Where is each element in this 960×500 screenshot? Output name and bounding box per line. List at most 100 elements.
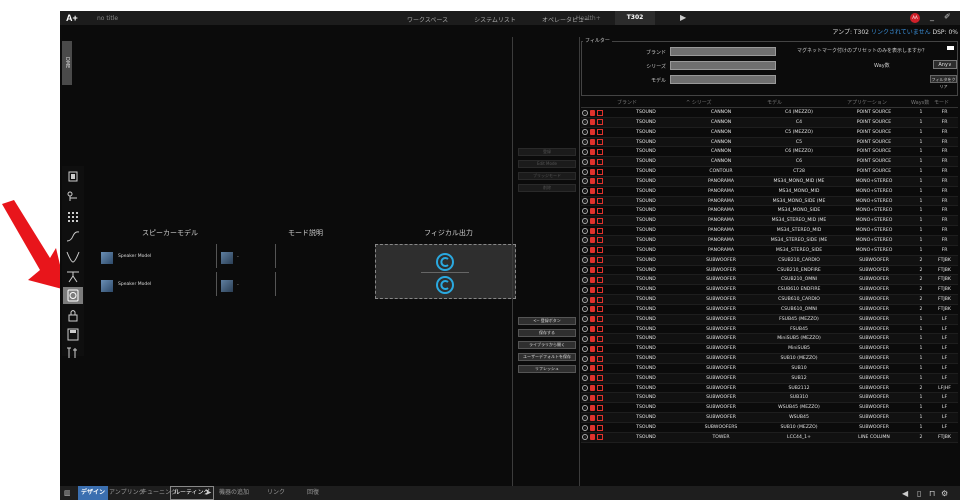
document-icon[interactable]	[597, 227, 603, 234]
cursor-icon[interactable]: ➤	[205, 488, 212, 497]
document-icon[interactable]	[597, 355, 603, 362]
info-icon[interactable]: i	[582, 158, 588, 165]
table-row[interactable]: i TSOUND CANNON C6 POINT SOURCE 1 FR	[581, 157, 958, 168]
open-library-button[interactable]: ライブラリから開く	[518, 341, 576, 349]
eq-curve-icon[interactable]	[63, 228, 83, 245]
user-avatar[interactable]: AA	[910, 13, 920, 23]
document-icon[interactable]	[597, 414, 603, 421]
info-icon[interactable]: i	[582, 306, 588, 313]
table-row[interactable]: i TSOUND PANORAMA MS34_MONO_SIDE (ME MONO+ST…	[581, 196, 958, 207]
edit-mode-button[interactable]: Edit Mode	[518, 160, 576, 168]
table-row[interactable]: i TSOUND SUBWOOFER CSUB210_ENDFIRE SUBWOOFER…	[581, 266, 958, 276]
chip-icon[interactable]	[63, 168, 83, 185]
document-icon[interactable]	[597, 198, 603, 205]
header-mode[interactable]: モード	[931, 99, 958, 106]
document-icon[interactable]	[597, 237, 603, 244]
save-disk-icon[interactable]	[63, 326, 83, 343]
table-row[interactable]: i TSOUND PANORAMA MS34_STEREO_SIDE MONO+STER…	[581, 246, 958, 256]
document-icon[interactable]	[597, 247, 603, 254]
menu-system-list[interactable]: システムリスト	[474, 15, 516, 24]
table-row[interactable]: i TSOUND CANNON C5 POINT SOURCE 1 FR	[581, 137, 958, 148]
table-row[interactable]: i TSOUND SUBWOOFER MiniSUB5 SUBWOOFER 1 LF	[581, 344, 958, 355]
register-button[interactable]: 登録	[518, 148, 576, 156]
document-icon[interactable]	[597, 404, 603, 411]
table-row[interactable]: i TSOUND SUBWOOFER SUB12 SUBWOOFER 1 LF	[581, 373, 958, 384]
table-row[interactable]: i TSOUND PANORAMA MS34_STEREO_MID MONO+STERE…	[581, 226, 958, 236]
refresh-button[interactable]: リフレッシュ	[518, 365, 576, 373]
header-brand[interactable]: ブランド	[611, 99, 681, 106]
info-icon[interactable]: i	[582, 276, 588, 283]
info-icon[interactable]: i	[582, 345, 588, 352]
document-icon[interactable]	[597, 217, 603, 224]
document-icon[interactable]	[597, 129, 603, 136]
physical-output-drop-area[interactable]	[375, 244, 516, 299]
table-row[interactable]: i TSOUND PANORAMA MS34_MONO_SIDE MONO+STEREO…	[581, 206, 958, 217]
document-icon[interactable]	[597, 158, 603, 165]
document-icon[interactable]	[597, 424, 603, 431]
info-icon[interactable]: i	[582, 217, 588, 224]
bridge-mode-button[interactable]: ブリッジモード	[518, 172, 576, 180]
info-icon[interactable]: i	[582, 237, 588, 244]
tab-design[interactable]: デザイン	[78, 486, 109, 500]
header-application[interactable]: アプリケーション	[839, 99, 909, 106]
document-icon[interactable]	[597, 326, 603, 333]
header-series[interactable]: ^ シリーズ	[686, 99, 756, 106]
info-icon[interactable]: i	[582, 355, 588, 362]
info-icon[interactable]: i	[582, 178, 588, 185]
info-icon[interactable]: i	[582, 227, 588, 234]
info-icon[interactable]: i	[582, 109, 588, 116]
lock-status-icon[interactable]: ⊓	[929, 489, 935, 498]
document-icon[interactable]	[597, 109, 603, 116]
table-row[interactable]: i TSOUND SUBWOOFERS SUB10 (MEZZO) SUBWOOFER 1…	[581, 423, 958, 433]
magnet-filter-toggle[interactable]	[947, 46, 954, 50]
table-row[interactable]: i TSOUND SUBWOOFER CSUB610 ENDFIRE SUBWOOFER…	[581, 285, 958, 296]
document-icon[interactable]	[597, 139, 603, 146]
menu-workspace[interactable]: ワークスペース	[407, 15, 448, 24]
info-icon[interactable]: i	[582, 247, 588, 254]
info-icon[interactable]: i	[582, 286, 588, 293]
table-row[interactable]: i TSOUND CANNON C4 POINT SOURCE 1 FR	[581, 117, 958, 128]
info-icon[interactable]: i	[582, 188, 588, 195]
document-icon[interactable]	[597, 207, 603, 214]
table-row[interactable]: i TSOUND SUBWOOFER CSUB610_OMNI SUBWOOFER 2 FT…	[581, 305, 958, 315]
info-icon[interactable]: i	[582, 316, 588, 323]
ways-select[interactable]: Any∨	[933, 60, 957, 69]
table-row[interactable]: i TSOUND SUBWOOFER FSUB45 (MEZZO) SUBWOOFER 1…	[581, 314, 958, 325]
save-button[interactable]: 保存する	[518, 329, 576, 337]
info-icon[interactable]: i	[582, 394, 588, 401]
crossover-icon[interactable]	[63, 268, 83, 285]
info-icon[interactable]: i	[582, 375, 588, 382]
table-row[interactable]: i TSOUND SUBWOOFER FSUB45 SUBWOOFER 1 LF	[581, 325, 958, 335]
info-icon[interactable]: i	[582, 168, 588, 175]
input-routing-icon[interactable]	[63, 188, 83, 205]
register-arrow-button[interactable]: <-- 登録ボタン	[518, 317, 576, 325]
speaker-slot-row[interactable]: Speaker Model -	[101, 244, 381, 272]
series-filter-input[interactable]	[670, 61, 776, 70]
info-icon[interactable]: i	[582, 365, 588, 372]
output-channel-icon[interactable]	[435, 275, 455, 295]
tab-health[interactable]: Health+	[576, 15, 601, 22]
document-icon[interactable]	[597, 345, 603, 352]
info-icon[interactable]: i	[582, 424, 588, 431]
tab-device-t302[interactable]: T302	[615, 11, 655, 25]
table-row[interactable]: i TSOUND PANORAMA MS34_STEREO_SIDE (ME MONO+…	[581, 235, 958, 246]
stats-icon[interactable]: ▥	[64, 489, 71, 497]
info-icon[interactable]: i	[582, 257, 588, 264]
document-icon[interactable]	[597, 316, 603, 323]
document-icon[interactable]	[597, 119, 603, 126]
info-icon[interactable]: i	[582, 404, 588, 411]
trash-icon[interactable]: ▯	[917, 489, 921, 498]
document-icon[interactable]	[597, 168, 603, 175]
save-user-default-button[interactable]: ユーザーデフォルトを保存	[518, 353, 576, 361]
minimize-icon[interactable]: _	[930, 12, 934, 21]
document-icon[interactable]	[597, 148, 603, 155]
info-icon[interactable]: i	[582, 148, 588, 155]
table-row[interactable]: i TSOUND CONTOUR CT28 POINT SOURCE 1 FR	[581, 167, 958, 177]
delete-button[interactable]: 削除	[518, 184, 576, 192]
header-model[interactable]: モデル	[759, 99, 839, 106]
left-panel-tab[interactable]: DME	[62, 41, 72, 85]
panel-divider[interactable]	[512, 37, 513, 495]
link-status[interactable]: リンクされていません	[871, 29, 931, 36]
info-icon[interactable]: i	[582, 139, 588, 146]
table-row[interactable]: i TSOUND SUBWOOFER SUB310 SUBWOOFER 1 LF	[581, 393, 958, 404]
